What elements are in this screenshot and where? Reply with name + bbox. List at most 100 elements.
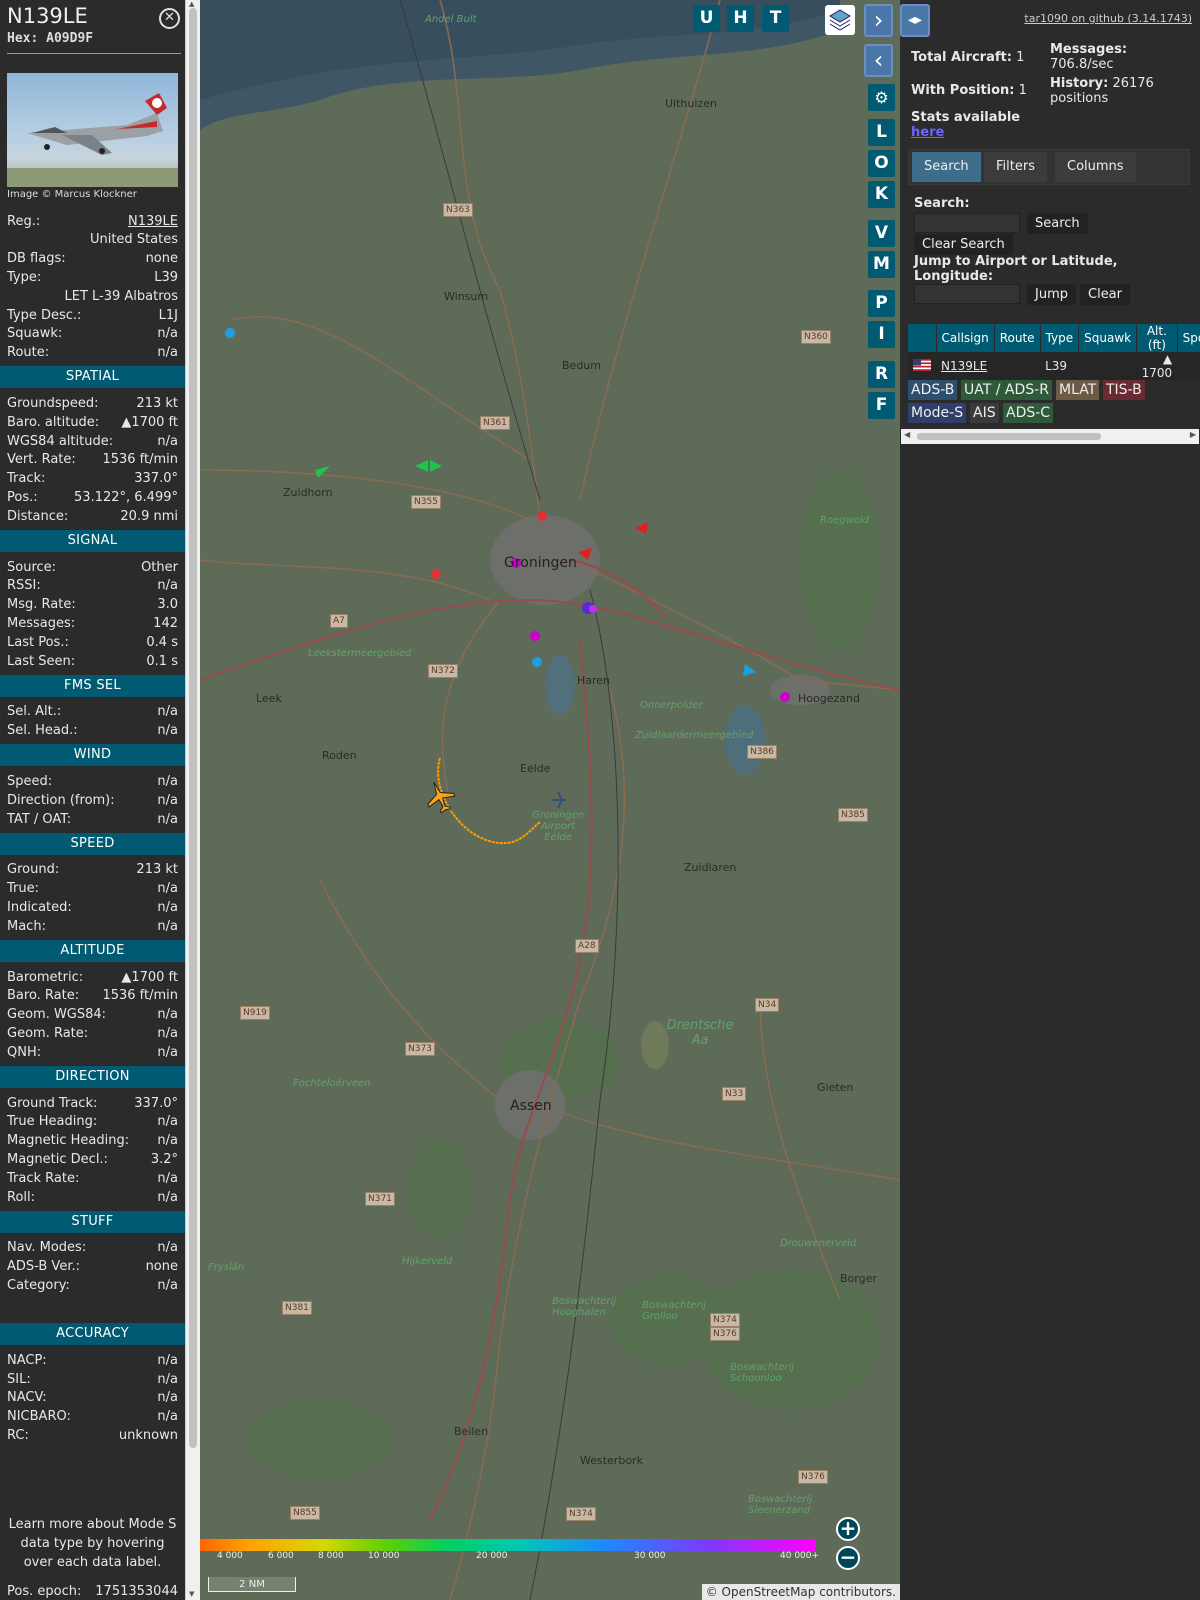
scale-bar: 2 NM	[208, 1577, 296, 1592]
altitude-tick: 10 000	[368, 1551, 400, 1561]
info-row: Distance: 20.9 nmi	[7, 507, 178, 525]
button-u[interactable]: U	[693, 5, 720, 32]
info-row-value: n/a	[157, 704, 178, 720]
map-label-uithuizen: Uithuizen	[665, 97, 717, 110]
left-panel-scrollbar[interactable]: ▲ ▼	[185, 0, 200, 1600]
info-row-value: 337.0°	[134, 471, 178, 487]
section-header-signal[interactable]: SIGNAL	[0, 530, 185, 552]
button-v[interactable]: V	[868, 220, 895, 247]
info-row-value[interactable]: N139LE	[128, 214, 178, 229]
info-row-value: United States	[89, 232, 178, 248]
info-row-label: SIL:	[7, 1371, 31, 1387]
map-label-zuidlaardermeergebied: Zuidlaardermeergebied	[635, 730, 754, 741]
button-o[interactable]: O	[868, 150, 895, 177]
info-row: Roll: n/a	[7, 1188, 178, 1206]
info-row-label: Reg.:	[7, 213, 41, 229]
button-f[interactable]: F	[868, 392, 895, 419]
table-horizontal-scrollbar[interactable]: ◀ ▶	[901, 429, 1199, 444]
info-row-label: Sel. Head.:	[7, 723, 78, 739]
map-label-zuidhorn: Zuidhorn	[283, 486, 333, 499]
button-k[interactable]: K	[868, 181, 895, 208]
info-row-value: 0.1 s	[146, 653, 178, 669]
zoom-in-button[interactable]: +	[836, 1517, 860, 1541]
tab-search[interactable]: Search	[912, 152, 981, 182]
info-row-label: Baro. Rate:	[7, 988, 80, 1004]
info-row: Barometric: ▲1700 ft	[7, 968, 178, 986]
section-header-spatial[interactable]: SPATIAL	[0, 366, 185, 389]
info-row: Messages: 142	[7, 614, 178, 632]
info-row-label: NACV:	[7, 1390, 47, 1406]
info-row-label: Magnetic Heading:	[7, 1133, 130, 1149]
map-attribution[interactable]: © OpenStreetMap contributors.	[701, 1584, 900, 1600]
section-header-fms[interactable]: FMS SEL	[0, 674, 185, 697]
col-altitude[interactable]: Alt. (ft)	[1136, 324, 1178, 352]
map-label-gieten: Gieten	[817, 1081, 854, 1094]
info-row: RSSI: n/a	[7, 577, 178, 595]
section-header-altitude[interactable]: ALTITUDE	[0, 940, 185, 962]
info-row-value: LET L-39 Albatros	[64, 288, 178, 304]
clear-jump-button[interactable]: Clear	[1080, 284, 1130, 305]
tab-columns[interactable]: Columns	[1055, 152, 1136, 182]
road-n371: N371	[365, 1192, 395, 1206]
header-divider	[7, 53, 181, 54]
scrollbar-thumb[interactable]	[917, 433, 1101, 440]
stats-here-link[interactable]: here	[911, 125, 944, 140]
expand-collapse-icon[interactable]: ◂▸	[900, 4, 930, 37]
button-p[interactable]: P	[868, 290, 895, 317]
search-button[interactable]: Search	[1027, 213, 1088, 234]
col-type[interactable]: Type	[1040, 324, 1080, 352]
row-callsign[interactable]: N139LE	[936, 352, 995, 380]
info-row-value: n/a	[157, 578, 178, 594]
scrollbar-thumb[interactable]	[189, 8, 197, 1448]
info-row: Ground: 213 kt	[7, 861, 178, 879]
info-row-value: 1536 ft/min	[102, 452, 178, 468]
map-view[interactable]: Andel Bult Uithuizen N363 Winsum Bedum N…	[200, 0, 900, 1600]
messages-stat: Messages: 706.8/sec	[1050, 42, 1128, 72]
section-header-speed[interactable]: SPEED	[0, 832, 185, 855]
info-row-label: Msg. Rate:	[7, 597, 76, 613]
search-input[interactable]	[914, 213, 1020, 233]
info-row: LET L-39 Albatros	[7, 287, 178, 305]
chevron-right-icon[interactable]: ›	[864, 4, 893, 37]
button-h[interactable]: H	[727, 5, 754, 32]
clear-search-button[interactable]: Clear Search	[914, 234, 1013, 255]
stats-available: Stats available here	[911, 110, 1021, 140]
col-squawk[interactable]: Squawk	[1078, 324, 1138, 352]
info-row: Reg.: N139LE	[7, 212, 178, 230]
close-icon[interactable]: ✕	[159, 8, 180, 29]
source-badge: ADS-C	[1003, 403, 1054, 423]
button-r[interactable]: R	[868, 361, 895, 388]
button-l[interactable]: L	[868, 119, 895, 146]
section-header-stuff[interactable]: STUFF	[0, 1210, 185, 1233]
zoom-out-button[interactable]: −	[836, 1546, 860, 1570]
jump-input[interactable]	[914, 284, 1020, 304]
map-label-drouwenerveld: Drouwenerveld	[780, 1238, 857, 1249]
info-row: Baro. altitude: ▲1700 ft	[7, 413, 178, 431]
button-i[interactable]: I	[868, 321, 895, 348]
table-row[interactable]: N139LE L39 ▲ 1700	[908, 352, 1200, 380]
col-speed[interactable]: Spd	[1177, 324, 1200, 352]
source-badge: ADS-B	[908, 380, 958, 400]
section-header-accuracy[interactable]: ACCURACY	[0, 1323, 185, 1346]
chevron-left-icon[interactable]: ‹	[864, 44, 893, 77]
jump-button[interactable]: Jump	[1027, 284, 1076, 305]
info-row-value: n/a	[157, 1114, 178, 1130]
info-row-label: Geom. WGS84:	[7, 1007, 107, 1023]
layers-icon[interactable]	[825, 5, 855, 35]
button-t[interactable]: T	[762, 5, 789, 32]
button-m[interactable]: M	[868, 251, 895, 278]
aircraft-photo[interactable]	[7, 73, 178, 187]
info-row-label: Nav. Modes:	[7, 1240, 87, 1256]
section-header-wind[interactable]: WIND	[0, 744, 185, 767]
tab-filters[interactable]: Filters	[984, 152, 1047, 182]
github-link[interactable]: tar1090 on github (3.14.1743)	[1024, 12, 1192, 25]
col-flag[interactable]	[908, 324, 937, 352]
col-route[interactable]: Route	[994, 324, 1041, 352]
info-row-value: 3.2°	[150, 1151, 178, 1167]
info-row-label: RSSI:	[7, 578, 41, 594]
section-header-direction[interactable]: DIRECTION	[0, 1066, 185, 1088]
col-callsign[interactable]: Callsign	[936, 324, 995, 352]
info-row-label: QNH:	[7, 1044, 42, 1060]
settings-gear-icon[interactable]: ⚙	[868, 84, 895, 111]
map-label-sleenerzand: Boswachterij Sleenerzand	[748, 1494, 813, 1516]
